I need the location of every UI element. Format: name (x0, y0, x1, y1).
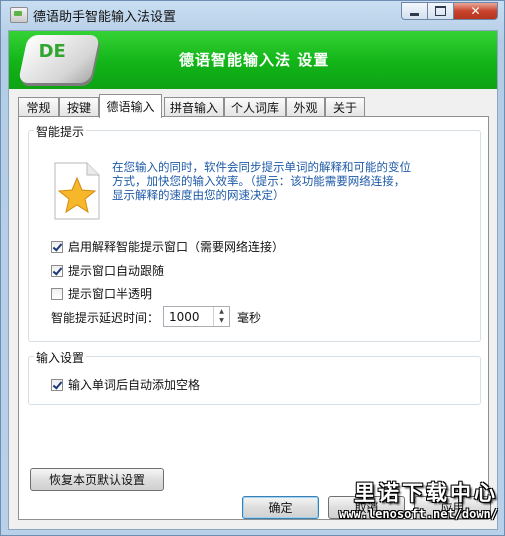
delay-value[interactable]: 1000 (169, 310, 200, 324)
tab-german-input[interactable]: 德语输入 (99, 94, 162, 118)
enable-hint-window-checkbox[interactable] (51, 240, 63, 253)
hint-follow-checkbox[interactable] (51, 264, 63, 277)
close-icon: ✕ (470, 4, 481, 18)
close-button[interactable]: ✕ (454, 2, 498, 20)
dialog-client: DE 德语智能输入法 设置 常规 按键 德语输入 拼音输入 个人词库 外观 关于… (8, 30, 498, 530)
tab-keys[interactable]: 按键 (59, 97, 99, 117)
input-settings-group: 输入设置 输入单词后自动添加空格 (28, 349, 481, 405)
tab-pinyin-input[interactable]: 拼音输入 (164, 97, 224, 117)
window-controls: ✕ (401, 2, 498, 20)
minimize-icon (410, 12, 419, 16)
restore-defaults-button[interactable]: 恢复本页默认设置 (30, 468, 164, 491)
smart-hint-description: 在您输入的同时，软件会同步提示单词的解释和可能的变位方式，加快您的输入效率。（提… (112, 160, 411, 202)
hint-translucent-label: 提示窗口半透明 (68, 287, 153, 301)
title-bar[interactable]: 德语助手智能输入法设置 ✕ (1, 1, 504, 29)
option-enable-hint-window[interactable]: 启用解释智能提示窗口（需要网络连接） (51, 238, 284, 255)
logo-text: DE (38, 41, 66, 62)
option-hint-follow[interactable]: 提示窗口自动跟随 (51, 262, 164, 279)
apply-button[interactable]: 应用 (414, 496, 491, 519)
tab-personal-dictionary[interactable]: 个人词库 (224, 97, 286, 117)
smart-hint-group: 智能提示 在您输入的同时，软件会同步提示单词的解释和可能的变位方式，加快您的输入… (28, 123, 481, 342)
tab-panel-german-input: 智能提示 在您输入的同时，软件会同步提示单词的解释和可能的变位方式，加快您的输入… (18, 116, 489, 520)
app-icon (10, 7, 28, 23)
smart-hint-title: 智能提示 (34, 123, 87, 140)
tab-about[interactable]: 关于 (325, 97, 365, 117)
delay-unit: 毫秒 (237, 311, 262, 325)
maximize-icon (435, 6, 446, 16)
settings-window: 德语助手智能输入法设置 ✕ DE 德语智能输入法 设置 常规 按键 德语输入 拼… (0, 0, 505, 536)
auto-space-checkbox[interactable] (51, 378, 63, 391)
auto-space-label: 输入单词后自动添加空格 (68, 378, 201, 392)
hint-translucent-checkbox[interactable] (51, 287, 63, 300)
enable-hint-window-label: 启用解释智能提示窗口（需要网络连接） (68, 240, 285, 254)
option-auto-space[interactable]: 输入单词后自动添加空格 (51, 376, 200, 393)
ok-button[interactable]: 确定 (242, 496, 319, 519)
cancel-button[interactable]: 取消 (328, 496, 405, 519)
maximize-button[interactable] (428, 2, 454, 20)
input-settings-title: 输入设置 (34, 349, 87, 366)
logo: DE (17, 35, 101, 83)
minimize-button[interactable] (401, 2, 428, 20)
tab-appearance[interactable]: 外观 (286, 97, 325, 117)
delay-spinbox[interactable]: 1000 ▲ ▼ (163, 306, 230, 327)
star-document-icon (54, 162, 100, 220)
delay-spin-buttons: ▲ ▼ (213, 307, 229, 326)
hint-follow-label: 提示窗口自动跟随 (68, 264, 165, 278)
tab-general[interactable]: 常规 (18, 97, 59, 117)
spin-down-icon[interactable]: ▼ (214, 316, 229, 325)
banner-title: 德语智能输入法 设置 (179, 51, 330, 69)
spin-up-icon[interactable]: ▲ (214, 307, 229, 316)
banner: DE 德语智能输入法 设置 (9, 31, 497, 89)
option-hint-translucent[interactable]: 提示窗口半透明 (51, 285, 152, 302)
window-title: 德语助手智能输入法设置 (33, 10, 177, 25)
delay-label: 智能提示延迟时间： (51, 311, 160, 325)
